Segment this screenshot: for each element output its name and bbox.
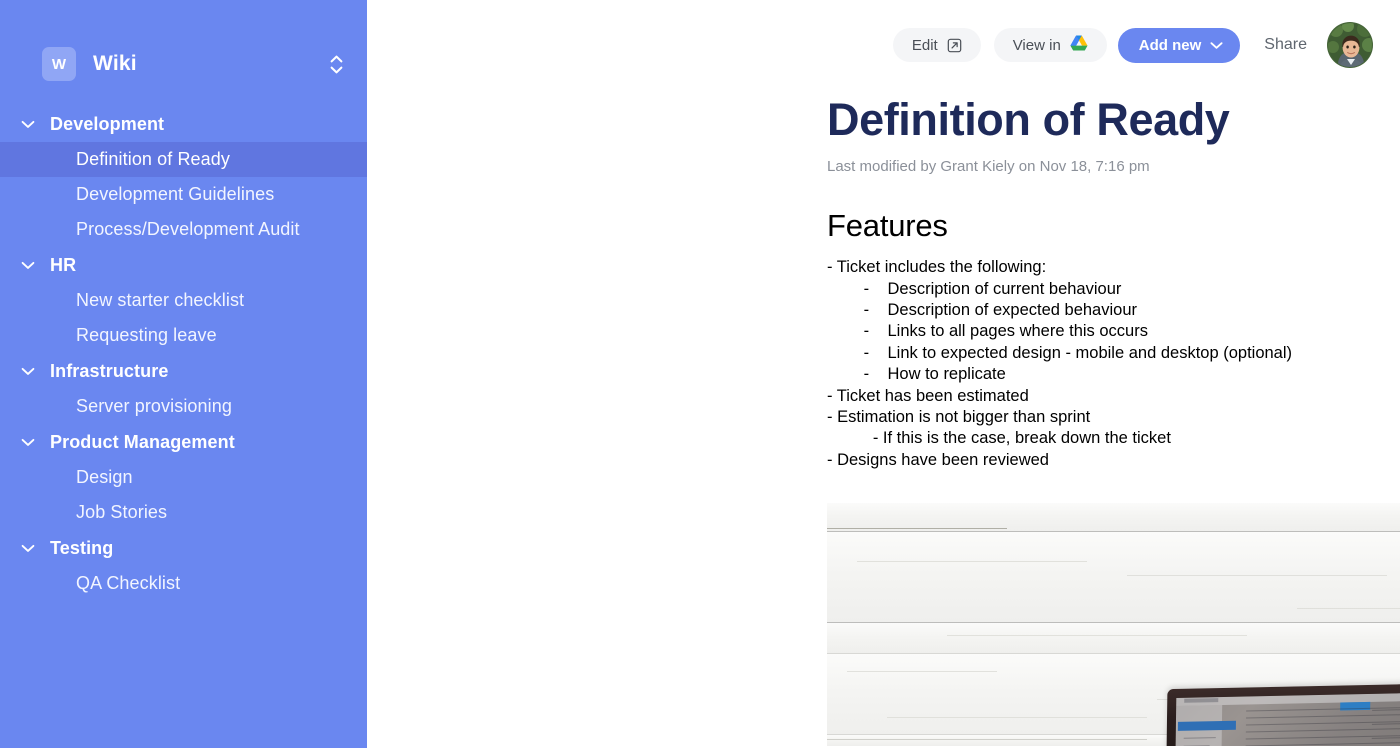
external-link-icon [947,38,962,53]
sidebar-item-label: Server provisioning [76,396,232,416]
features-list: - Ticket includes the following: - Descr… [827,257,1400,471]
chevron-down-icon[interactable] [20,254,36,276]
sidebar-item-label: QA Checklist [76,573,181,593]
sidebar-group-infrastructure[interactable]: Infrastructure [0,353,367,389]
workspace-logo: W [42,47,76,81]
last-modified-meta: Last modified by Grant Kiely on Nov 18, … [827,157,1150,175]
chevron-down-icon[interactable] [20,360,36,382]
features-list-line: - If this is the case, break down the ti… [827,429,1171,448]
sidebar-group-testing[interactable]: Testing [0,530,367,566]
features-list-line: - Ticket has been estimated [827,386,1029,405]
user-avatar[interactable] [1327,22,1373,68]
page-toolbar: Edit View in Add new Share [367,0,1400,74]
features-list-line: - Description of expected behaviour [827,300,1137,319]
share-button[interactable]: Share [1264,36,1307,54]
features-heading: Features [827,207,948,243]
sidebar-group-development[interactable]: Development [0,106,367,142]
sidebar-item-requesting-leave[interactable]: Requesting leave [0,318,367,353]
sidebar-item-label: Requesting leave [76,325,217,345]
chevron-down-icon [1210,37,1223,54]
sidebar-group-label: Testing [50,538,114,558]
sidebar-item-new-starter-checklist[interactable]: New starter checklist [0,283,367,318]
sidebar-item-qa-checklist[interactable]: QA Checklist [0,566,367,601]
sidebar-group-hr[interactable]: HR [0,247,367,283]
features-list-line: - Link to expected design - mobile and d… [827,343,1293,362]
sidebar-item-job-stories[interactable]: Job Stories [0,495,367,530]
sidebar-group-label: Product Management [50,432,235,452]
features-list-line: - How to replicate [827,365,1006,384]
chevron-up-down-icon[interactable] [327,51,345,77]
sidebar-item-label: Definition of Ready [76,149,230,169]
sidebar-group-label: Development [50,114,165,134]
workspace-title: Wiki [93,52,137,75]
sidebar-item-definition-of-ready[interactable]: Definition of Ready [0,142,367,177]
document-container: Definition of Ready Last modified by Gra… [367,74,1400,747]
view-in-drive-button[interactable]: View in [993,28,1107,62]
chevron-down-icon[interactable] [20,113,36,135]
sidebar-item-label: Job Stories [76,502,168,522]
main-content: Edit View in Add new Share Definition of… [367,0,1400,748]
features-list-line: - Designs have been reviewed [827,450,1049,469]
sidebar-group-label: HR [50,255,77,275]
app-root: W Wiki Development Definition of Ready Dev… [0,0,1400,748]
features-list-line: - Links to all pages where this occurs [827,322,1148,341]
sidebar-group-product-management[interactable]: Product Management [0,424,367,460]
features-list-line: - Estimation is not bigger than sprint [827,408,1091,427]
add-new-button-label: Add new [1138,36,1202,54]
workspace-logo-letter: W [51,55,67,73]
sidebar-navigation: Development Definition of Ready Developmen… [0,106,367,601]
chevron-down-icon[interactable] [20,537,36,559]
sidebar-group-label: Infrastructure [50,361,169,381]
laptop-in-photo [1166,683,1400,747]
sidebar-item-server-provisioning[interactable]: Server provisioning [0,389,367,424]
sidebar-item-label: Development Guidelines [76,184,275,204]
sidebar-item-development-guidelines[interactable]: Development Guidelines [0,177,367,212]
sidebar-item-label: Design [76,467,133,487]
sidebar-item-design[interactable]: Design [0,460,367,495]
sidebar-header: W Wiki [0,36,367,92]
sidebar-item-label: Process/Development Audit [76,219,300,239]
features-list-line: - Description of current behaviour [827,279,1122,298]
document-body: Features - Ticket includes the following… [827,208,1400,472]
sidebar-item-process-development-audit[interactable]: Process/Development Audit [0,212,367,247]
page-title: Definition of Ready [827,94,1230,145]
edit-button[interactable]: Edit [892,28,981,62]
google-drive-icon [1070,35,1088,55]
chevron-down-icon[interactable] [20,431,36,453]
edit-button-label: Edit [911,36,938,54]
features-list-line: - Ticket includes the following: [827,258,1047,277]
embedded-photo [827,503,1400,747]
view-in-button-label: View in [1012,36,1061,54]
sidebar-item-label: New starter checklist [76,290,245,310]
sidebar: W Wiki Development Definition of Ready Dev… [0,0,367,748]
add-new-button[interactable]: Add new [1117,27,1241,63]
